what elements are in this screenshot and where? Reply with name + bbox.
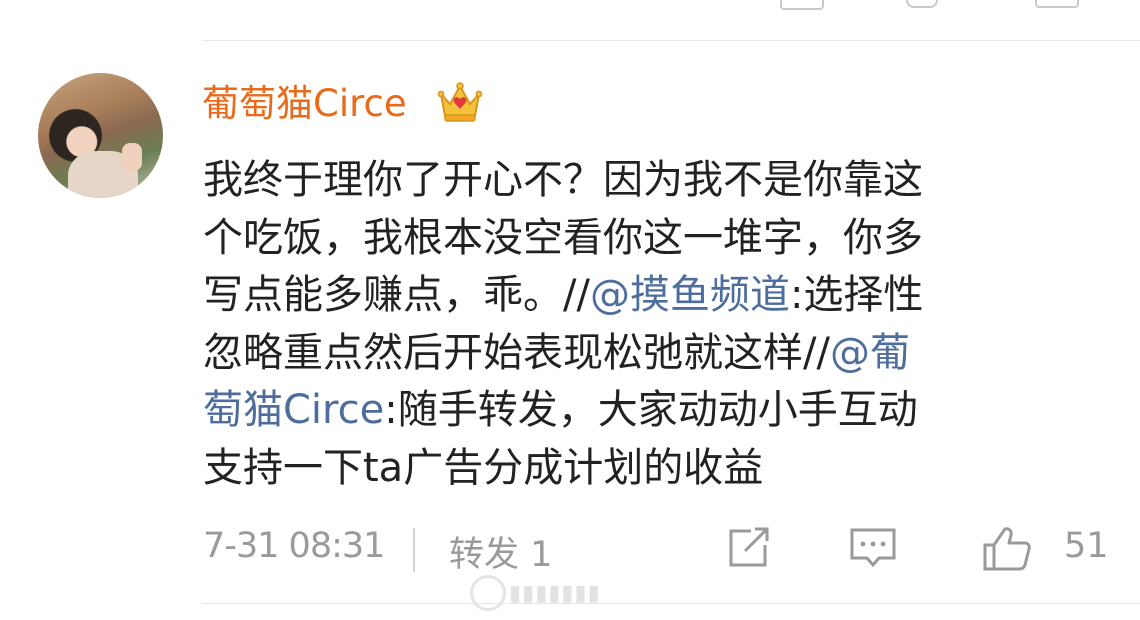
- comment-footer: 7-31 08:31 转发 1 51: [203, 520, 1140, 576]
- comment-text-line: 忽略重点然后开始表现松弛就这样//@葡: [203, 325, 1093, 383]
- comment-text-line: 支持一下ta广告分成计划的收益: [203, 440, 1093, 498]
- comment-icon[interactable]: [848, 525, 898, 571]
- divider: [202, 40, 1140, 41]
- watermark-avatar-icon: [470, 575, 506, 611]
- mention-link[interactable]: @摸鱼频道: [590, 272, 790, 318]
- previous-comment-actions: [0, 0, 1140, 12]
- comment-text-line: 我终于理你了开心不？因为我不是你靠这: [203, 152, 1093, 210]
- comment-text: 我终于理你了开心不？因为我不是你靠这 个吃饭，我根本没空看你这一堆字，你多 写点能多…: [203, 152, 1093, 497]
- comment-text-segment: 我终于理你了开心不？因为我不是你靠这: [203, 157, 923, 203]
- share-icon[interactable]: [725, 525, 773, 571]
- avatar-hand: [122, 143, 142, 171]
- timestamp: 7-31 08:31: [203, 526, 385, 566]
- like-icon[interactable]: [1035, 0, 1079, 8]
- share-icon[interactable]: [780, 0, 824, 10]
- comment-text-line: 写点能多赚点，乖。//@摸鱼频道:选择性: [203, 267, 1093, 325]
- repost-button[interactable]: 转发 1: [449, 526, 552, 577]
- like-icon[interactable]: [981, 525, 1033, 573]
- comment-text-segment: 支持一下ta广告分成计划的收益: [203, 444, 764, 491]
- avatar[interactable]: [38, 73, 163, 198]
- comment-text-segment: :随手转发，大家动动小手互动: [384, 387, 918, 433]
- mention-link[interactable]: @葡: [830, 330, 910, 376]
- separator: [413, 528, 415, 572]
- comment-text-line: 个吃饭，我根本没空看你这一堆字，你多: [203, 210, 1093, 268]
- watermark: ▮▮▮▮▮▮▮: [470, 575, 668, 611]
- username[interactable]: 葡萄猫Circe: [202, 80, 407, 128]
- comment-text-segment: 忽略重点然后开始表现松弛就这样//: [203, 329, 830, 376]
- crown-icon: [437, 82, 483, 122]
- comment-text-segment: 个吃饭，我根本没空看你这一堆字，你多: [203, 214, 923, 261]
- divider: [202, 603, 1140, 604]
- watermark-text: ▮▮▮▮▮▮▮: [509, 580, 601, 606]
- comment-text-line: 萄猫Circe:随手转发，大家动动小手互动: [203, 382, 1093, 440]
- comment-icon[interactable]: [906, 0, 938, 8]
- comment-text-segment: 写点能多赚点，乖。//: [203, 272, 590, 318]
- mention-link[interactable]: 萄猫Circe: [203, 387, 384, 433]
- like-count: 51: [1064, 526, 1109, 566]
- comment-text-segment: :选择性: [789, 272, 924, 318]
